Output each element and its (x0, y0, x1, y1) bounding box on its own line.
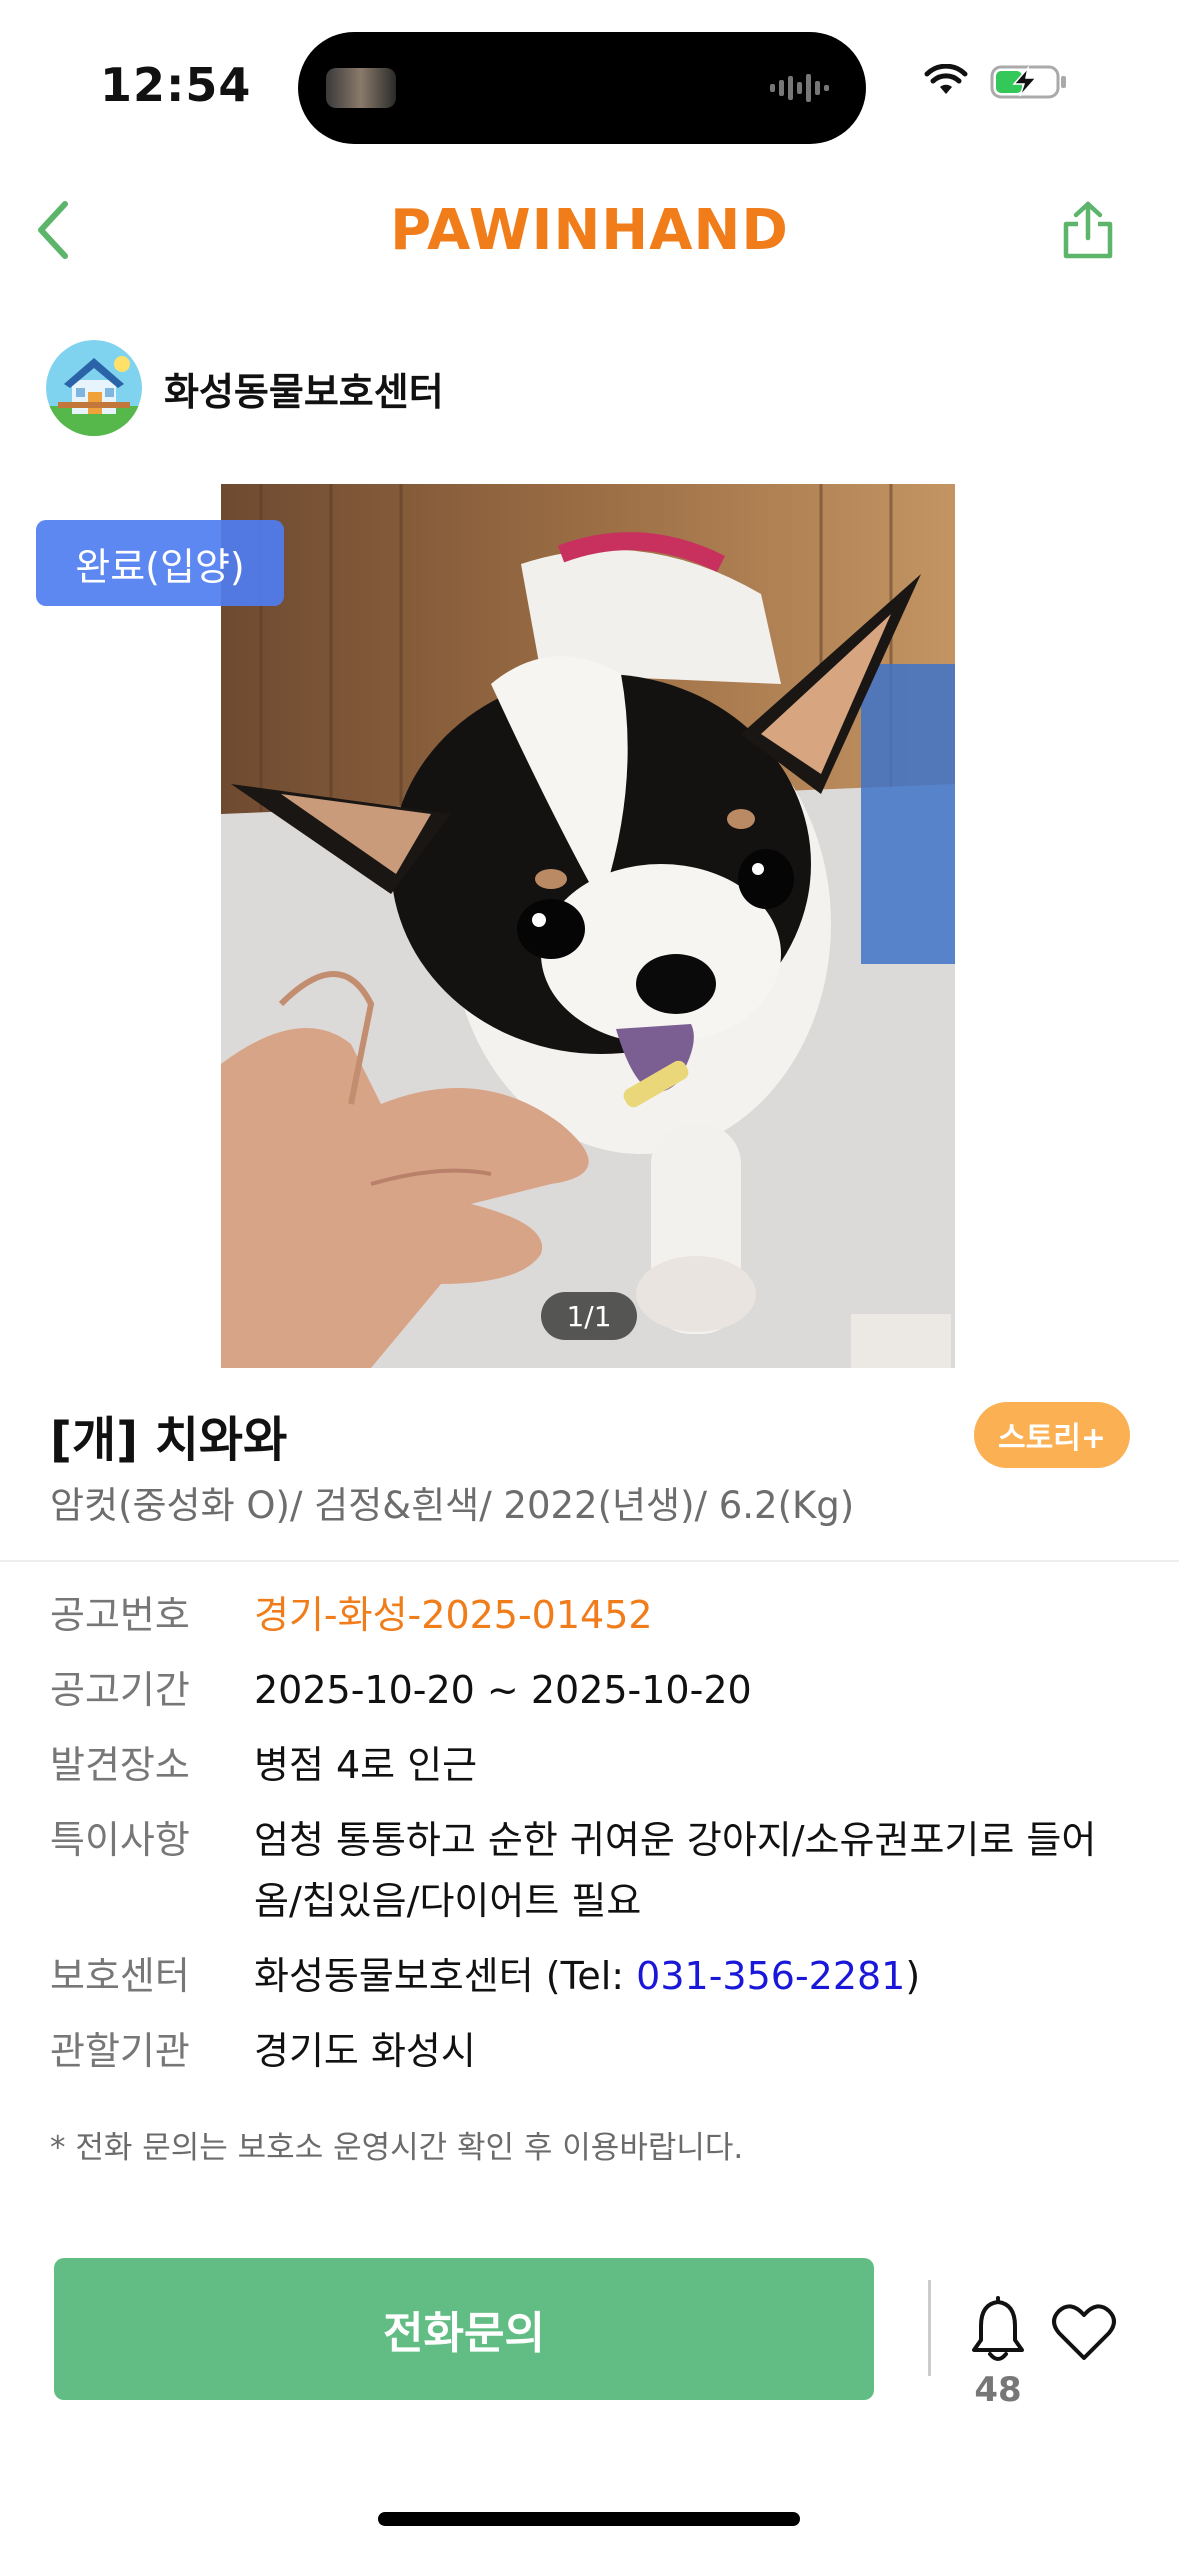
notice-period: 2025-10-20 ~ 2025-10-20 (254, 1668, 752, 1712)
info-row-notice-no: 공고번호 경기-화성-2025-01452 (50, 1585, 1130, 1646)
info-row-shelter: 보호센터 화성동물보호센터 (Tel: 031-356-2281) (50, 1946, 1130, 2007)
special-notes: 엄청 통통하고 순한 귀여운 강아지/소유권포기로 들어옴/칩있음/다이어트 필… (254, 1818, 1097, 1923)
contact-note: * 전화 문의는 보호소 운영시간 확인 후 이용바랍니다. (50, 2130, 744, 2166)
home-indicator[interactable] (378, 2512, 800, 2526)
alert-count: 48 (974, 2370, 1022, 2410)
shelter-center-name: 화성동물보호센터 (254, 1954, 534, 1998)
wifi-icon (924, 64, 968, 94)
animal-photo[interactable] (221, 484, 955, 1368)
tel-prefix: (Tel: (533, 1954, 637, 1998)
shelter-info[interactable]: 화성동물보호센터 (46, 338, 444, 438)
info-row-agency: 관할기관 경기도 화성시 (50, 2021, 1130, 2082)
info-row-notice-period: 공고기간 2025-10-20 ~ 2025-10-20 (50, 1660, 1130, 1721)
agency: 경기도 화성시 (254, 2029, 476, 2073)
notification-button[interactable] (960, 2290, 1036, 2370)
info-label: 관할기관 (50, 2029, 190, 2073)
shelter-avatar (46, 340, 142, 436)
info-row-special-notes: 특이사항 엄청 통통하고 순한 귀여운 강아지/소유권포기로 들어옴/칩있음/다… (50, 1810, 1130, 1932)
info-label: 발견장소 (50, 1743, 190, 1787)
notice-details: 공고번호 경기-화성-2025-01452 공고기간 2025-10-20 ~ … (50, 1585, 1130, 2096)
app-logo: PAWINHAND (390, 198, 789, 263)
animal-summary: 암컷(중성화 O)/ 검정&흰색/ 2022(년생)/ 6.2(Kg) (50, 1484, 855, 1527)
phone-link[interactable]: 031-356-2281 (636, 1954, 905, 1998)
tel-suffix: ) (905, 1954, 921, 1998)
heart-icon (1052, 2304, 1116, 2360)
share-button[interactable] (1050, 190, 1126, 270)
bottom-divider (928, 2280, 931, 2376)
section-divider (0, 1560, 1179, 1562)
notice-number: 경기-화성-2025-01452 (254, 1593, 653, 1637)
found-place: 병점 4로 인근 (254, 1743, 478, 1787)
info-label: 보호센터 (50, 1954, 190, 1998)
info-row-found-place: 발견장소 병점 4로 인근 (50, 1735, 1130, 1796)
status-time: 12:54 (100, 58, 252, 112)
app-header: PAWINHAND (0, 170, 1179, 290)
now-playing-thumbnail (326, 68, 396, 108)
dynamic-island (298, 32, 866, 144)
bell-icon (972, 2296, 1024, 2361)
info-label: 공고번호 (50, 1593, 190, 1637)
info-label: 특이사항 (50, 1818, 190, 1862)
shelter-contact: 화성동물보호센터 (Tel: 031-356-2281) (254, 1946, 1130, 2007)
battery-charging-icon (990, 65, 1066, 99)
shelter-name: 화성동물보호센터 (164, 369, 444, 414)
share-icon (1063, 201, 1113, 259)
audio-wave-icon (770, 74, 829, 102)
adoption-status-badge: 완료(입양) (36, 520, 284, 606)
call-inquiry-button[interactable]: 전화문의 (54, 2258, 874, 2400)
status-bar: 12:54 (0, 0, 1179, 150)
favorite-button[interactable] (1046, 2294, 1122, 2370)
house-icon (46, 340, 142, 436)
story-button[interactable]: 스토리+ (974, 1402, 1130, 1468)
photo-page-indicator: 1/1 (541, 1292, 637, 1340)
chihuahua-photo (221, 484, 955, 1368)
animal-title: [개] 치와와 (50, 1412, 288, 1468)
info-label: 공고기간 (50, 1668, 190, 1712)
